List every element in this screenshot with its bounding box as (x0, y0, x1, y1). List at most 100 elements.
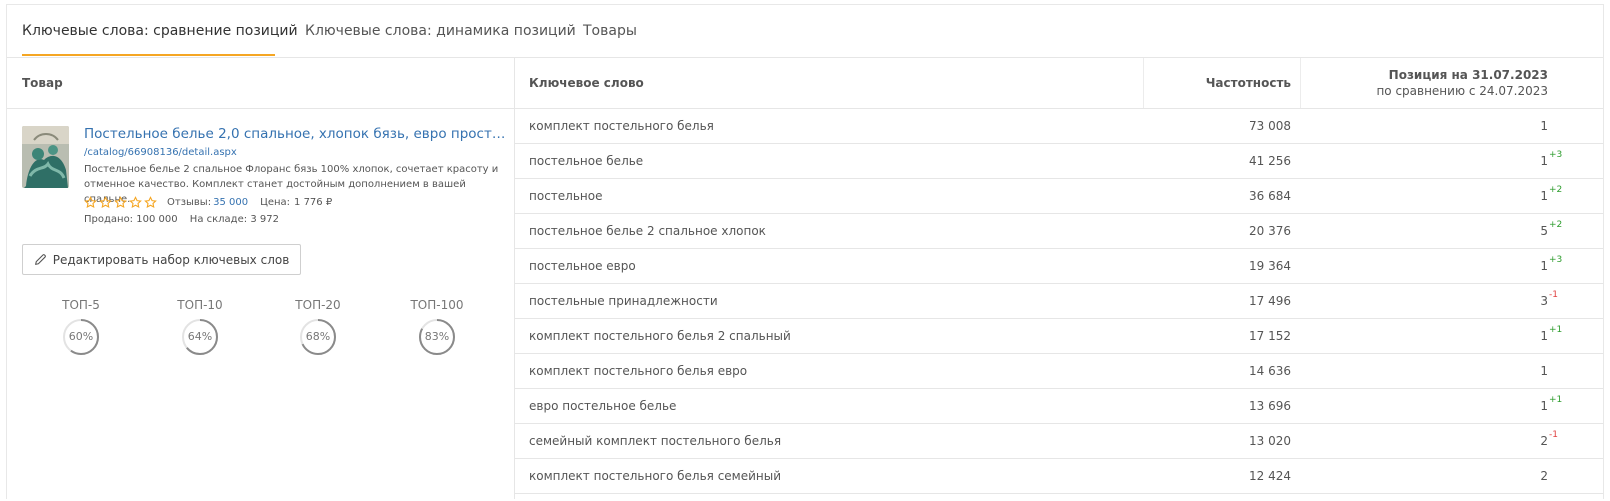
stat-top5: ТОП-5 60% (41, 298, 121, 356)
position-cell: 3 -1 (1540, 290, 1558, 308)
position-cell: 1 +3 (1540, 255, 1562, 273)
top-stats: ТОП-5 60% ТОП-10 64% ТОП-20 68% ТОП-100 … (7, 298, 514, 368)
stat-value: 83% (424, 330, 450, 343)
frequency-cell: 36 684 (1249, 189, 1291, 203)
position-cell: 2 (1540, 469, 1548, 483)
stock-label: На складе: (189, 214, 248, 225)
frequency-cell: 73 008 (1249, 119, 1291, 133)
edit-keywords-label: Редактировать набор ключевых слов (52, 252, 290, 267)
pencil-icon (34, 254, 46, 265)
edit-keywords-button[interactable]: Редактировать набор ключевых слов (22, 244, 301, 275)
tab-keywords-dynamics[interactable]: Ключевые слова: динамика позиций (305, 23, 576, 39)
frequency-cell: 12 424 (1249, 469, 1291, 483)
position-delta: +1 (1549, 325, 1563, 335)
column-header-frequency[interactable]: Частотность (1206, 76, 1291, 90)
keyword-cell: комплект постельного белья евро (529, 364, 748, 378)
position-value: 5 (1540, 224, 1548, 238)
keyword-cell: постельное белье (529, 154, 644, 168)
keyword-cell: евро постельное белье (529, 399, 677, 413)
table-body: комплект постельного белья 73 008 1 постель… (514, 109, 1603, 494)
position-cell: 1 (1540, 364, 1548, 378)
stat-value: 60% (68, 330, 94, 343)
table-row: семейный комплект постельного белья 13 02… (514, 424, 1603, 459)
product-column-header: Товар (7, 58, 514, 109)
stat-value: 64% (187, 330, 213, 343)
position-value: 2 (1540, 434, 1548, 448)
frequency-cell: 20 376 (1249, 224, 1291, 238)
reviews-link[interactable]: 35 000 (213, 197, 248, 208)
star-outline-icon (144, 196, 157, 209)
position-delta: +2 (1549, 185, 1563, 195)
sold-label: Продано: (84, 214, 134, 225)
position-delta: +1 (1549, 395, 1563, 405)
column-header-position[interactable]: Позиция на 31.07.2023 по сравнению с 24.… (1376, 67, 1548, 99)
position-value: 1 (1540, 189, 1548, 203)
column-divider (1300, 58, 1301, 108)
progress-ring: 60% (62, 318, 100, 356)
position-cell: 1 +1 (1540, 325, 1562, 343)
stat-label: ТОП-20 (295, 298, 341, 312)
stat-top20: ТОП-20 68% (278, 298, 358, 356)
tab-keywords-compare[interactable]: Ключевые слова: сравнение позиций (22, 23, 298, 39)
price-value: 1 776 ₽ (294, 197, 333, 208)
frequency-cell: 13 696 (1249, 399, 1291, 413)
reviews-label: Отзывы: (167, 197, 212, 208)
keyword-cell: постельные принадлежности (529, 294, 718, 308)
product-sales-stock: Продано: 100 000 На складе: 3 972 (84, 214, 279, 225)
position-delta: -1 (1549, 430, 1558, 440)
stock-value: 3 972 (250, 214, 279, 225)
stat-label: ТОП-100 (410, 298, 464, 312)
product-title-link[interactable]: Постельное белье 2,0 спальное, хлопок бя… (84, 126, 505, 142)
column-divider (1143, 58, 1144, 108)
position-date-title: Позиция на 31.07.2023 (1388, 68, 1548, 82)
position-value: 1 (1540, 399, 1548, 413)
table-row: постельное белье 2 спальное хлопок 20 376… (514, 214, 1603, 249)
position-delta: +3 (1549, 150, 1563, 160)
star-outline-icon (99, 196, 112, 209)
table-row: комплект постельного белья 73 008 1 (514, 109, 1603, 144)
frequency-cell: 17 496 (1249, 294, 1291, 308)
keyword-cell: постельное белье 2 спальное хлопок (529, 224, 766, 238)
position-delta: +2 (1549, 220, 1563, 230)
position-compare-subtitle: по сравнению с 24.07.2023 (1376, 84, 1548, 98)
star-outline-icon (84, 196, 97, 209)
product-url-link[interactable]: /catalog/66908136/detail.aspx (84, 147, 237, 158)
keyword-cell: комплект постельного белья 2 спальный (529, 329, 791, 343)
frequency-cell: 17 152 (1249, 329, 1291, 343)
position-delta: +3 (1549, 255, 1563, 265)
stat-value: 68% (305, 330, 331, 343)
keyword-cell: постельное (529, 189, 603, 203)
keyword-cell: постельное евро (529, 259, 636, 273)
table-row: комплект постельного белья семейный 12 42… (514, 459, 1603, 494)
stat-label: ТОП-10 (177, 298, 223, 312)
position-value: 1 (1540, 364, 1548, 378)
table-row: евро постельное белье 13 696 1 +1 (514, 389, 1603, 424)
progress-ring: 64% (181, 318, 219, 356)
position-cell: 2 -1 (1540, 430, 1558, 448)
column-header-keyword[interactable]: Ключевое слово (529, 76, 644, 90)
product-meta: Отзывы: 35 000 Цена: 1 776 ₽ (84, 196, 332, 209)
keyword-cell: комплект постельного белья семейный (529, 469, 782, 483)
table-header: Ключевое слово Частотность Позиция на 31… (514, 58, 1603, 109)
table-row: постельное евро 19 364 1 +3 (514, 249, 1603, 284)
progress-ring: 83% (418, 318, 456, 356)
position-value: 3 (1540, 294, 1548, 308)
position-value: 1 (1540, 119, 1548, 133)
frequency-cell: 13 020 (1249, 434, 1291, 448)
position-value: 1 (1540, 154, 1548, 168)
frequency-cell: 14 636 (1249, 364, 1291, 378)
position-value: 2 (1540, 469, 1548, 483)
table-row: комплект постельного белья евро 14 636 1 (514, 354, 1603, 389)
tab-products[interactable]: Товары (583, 23, 637, 39)
product-thumbnail[interactable] (22, 126, 69, 188)
product-column-title: Товар (22, 76, 63, 90)
product-panel: Товар Постельное белье 2,0 спальное, хло… (7, 58, 515, 499)
position-value: 1 (1540, 259, 1548, 273)
keywords-table: Ключевое слово Частотность Позиция на 31… (514, 58, 1603, 499)
position-cell: 1 +3 (1540, 150, 1562, 168)
stat-label: ТОП-5 (62, 298, 100, 312)
stat-top10: ТОП-10 64% (160, 298, 240, 356)
position-cell: 1 (1540, 119, 1548, 133)
active-tab-indicator (22, 54, 275, 56)
table-row: постельное белье 41 256 1 +3 (514, 144, 1603, 179)
